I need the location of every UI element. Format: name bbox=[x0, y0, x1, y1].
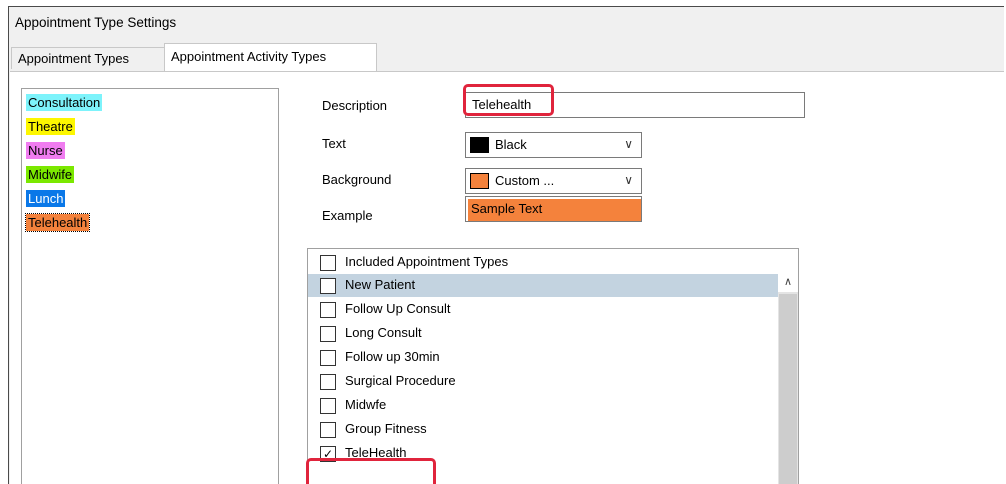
checkbox[interactable] bbox=[320, 398, 336, 414]
text-color-value: Black bbox=[495, 137, 527, 152]
activity-type-list[interactable]: Consultation Theatre Nurse Midwife Lunch… bbox=[21, 88, 279, 484]
list-item-label: Surgical Procedure bbox=[345, 373, 456, 388]
description-field[interactable]: Telehealth bbox=[465, 92, 805, 118]
checkbox[interactable] bbox=[320, 255, 336, 271]
activity-item-telehealth[interactable]: Telehealth bbox=[24, 213, 91, 232]
checkbox[interactable] bbox=[320, 278, 336, 294]
text-color-select[interactable]: Black ∨ bbox=[465, 132, 642, 158]
activity-item-nurse[interactable]: Nurse bbox=[26, 142, 65, 159]
description-label: Description bbox=[322, 98, 388, 113]
background-color-swatch bbox=[470, 173, 489, 189]
list-item[interactable]: New Patient bbox=[308, 274, 778, 297]
list-item[interactable]: Surgical Procedure bbox=[308, 370, 778, 393]
list-item[interactable]: Group Fitness bbox=[308, 418, 778, 441]
list-item[interactable]: ✓ TeleHealth bbox=[308, 442, 778, 465]
tab-panel: Consultation Theatre Nurse Midwife Lunch… bbox=[10, 71, 1004, 484]
tab-appointment-types[interactable]: Appointment Types bbox=[11, 47, 165, 69]
list-item-label: TeleHealth bbox=[345, 445, 407, 460]
activity-item-midwife[interactable]: Midwife bbox=[26, 166, 75, 183]
list-item-label: Follow Up Consult bbox=[345, 301, 451, 316]
list-item[interactable]: Midwfe bbox=[308, 394, 778, 417]
example-preview: Sample Text bbox=[465, 196, 642, 222]
checkbox[interactable] bbox=[320, 422, 336, 438]
included-header-label: Included Appointment Types bbox=[345, 254, 509, 269]
checkmark-icon[interactable]: ✓ bbox=[320, 446, 336, 462]
chevron-down-icon: ∨ bbox=[624, 173, 633, 187]
activity-item-lunch[interactable]: Lunch bbox=[26, 190, 66, 207]
window-title: Appointment Type Settings bbox=[15, 15, 177, 30]
example-text: Sample Text bbox=[468, 199, 641, 221]
example-label: Example bbox=[322, 208, 373, 223]
checkbox[interactable] bbox=[320, 326, 336, 342]
list-item[interactable]: Long Consult bbox=[308, 322, 778, 345]
chevron-up-icon[interactable]: ∧ bbox=[778, 272, 798, 292]
checkbox[interactable] bbox=[320, 302, 336, 318]
list-item[interactable]: Follow up 30min bbox=[308, 346, 778, 369]
tab-appointment-activity-types[interactable]: Appointment Activity Types bbox=[164, 43, 377, 71]
vertical-scrollbar[interactable]: ∧ bbox=[778, 272, 798, 484]
list-item-label: Long Consult bbox=[345, 325, 422, 340]
included-appointment-types-list[interactable]: Included Appointment Types New Patient F… bbox=[307, 248, 799, 484]
chevron-down-icon: ∨ bbox=[624, 137, 633, 151]
activity-item-theatre[interactable]: Theatre bbox=[26, 118, 75, 135]
background-color-value: Custom ... bbox=[495, 173, 555, 188]
list-item-label: Follow up 30min bbox=[345, 349, 440, 364]
background-color-select[interactable]: Custom ... ∨ bbox=[465, 168, 642, 194]
text-color-swatch bbox=[470, 137, 489, 153]
background-color-label: Background bbox=[322, 172, 392, 187]
list-item-label: New Patient bbox=[345, 277, 416, 292]
list-item-label: Midwfe bbox=[345, 397, 387, 412]
list-item[interactable]: Follow Up Consult bbox=[308, 298, 778, 321]
list-item-label: Group Fitness bbox=[345, 421, 427, 436]
activity-item-consultation[interactable]: Consultation bbox=[26, 94, 103, 111]
checkbox[interactable] bbox=[320, 374, 336, 390]
settings-window: Appointment Type Settings Appointment Ty… bbox=[8, 6, 1004, 484]
text-color-label: Text bbox=[322, 136, 346, 151]
scrollbar-thumb[interactable] bbox=[779, 294, 797, 484]
included-header-row[interactable]: Included Appointment Types bbox=[308, 251, 778, 274]
checkbox[interactable] bbox=[320, 350, 336, 366]
